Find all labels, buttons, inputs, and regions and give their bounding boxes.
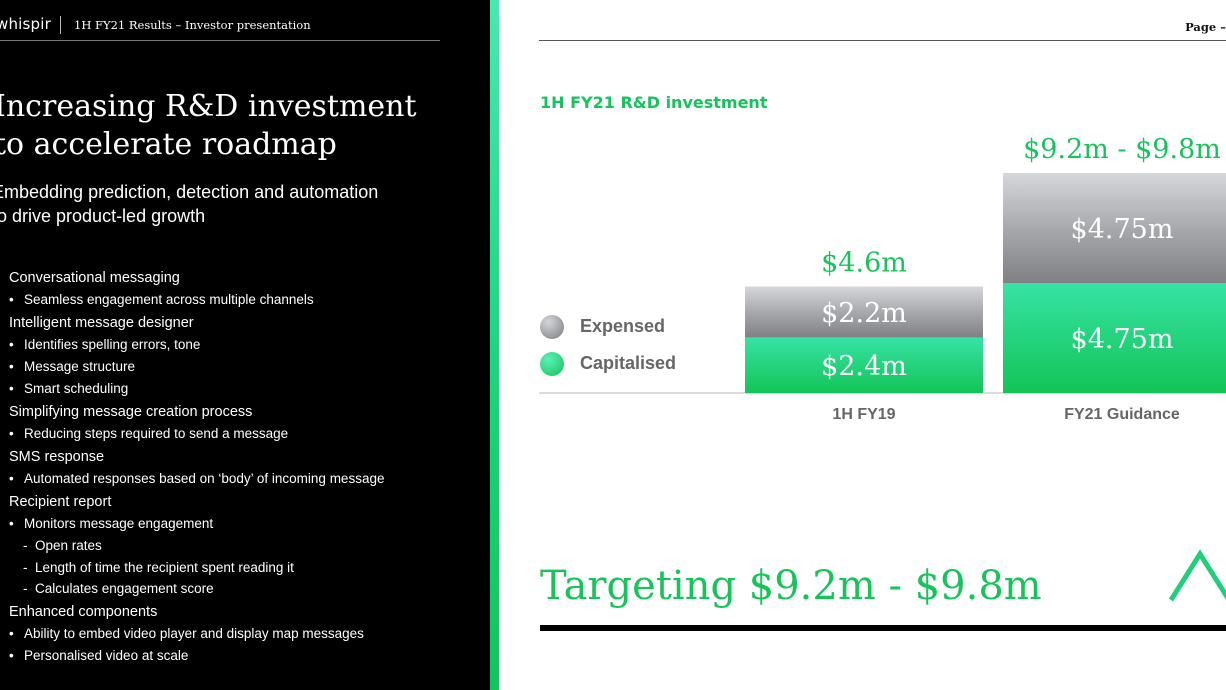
section-heading: Enhanced components (9, 603, 158, 620)
bullet-icon: • (9, 292, 14, 307)
chart-title: 1H FY21 R&D investment (540, 93, 768, 112)
page-number: Page – (1185, 20, 1226, 34)
accent-strip (490, 0, 499, 690)
list-item: • Automated responses based on ‘body’ of … (9, 470, 384, 492)
left-panel: whispir 1H FY21 Results – Investor prese… (0, 0, 490, 690)
bullet-icon: • (9, 381, 14, 396)
bullet-icon: • (9, 359, 14, 374)
section-heading: Conversational messaging (9, 270, 180, 286)
section-heading: Intelligent message designer (9, 315, 194, 331)
list-item: • Message structure (9, 358, 384, 380)
sub-list-item: - Open rates (9, 537, 384, 559)
legend-item-expensed: Expensed (540, 308, 676, 345)
list-item-text: Smart scheduling (24, 381, 129, 396)
section-heading: Recipient report (9, 494, 112, 510)
header-rule-right (539, 40, 1226, 41)
bullet-icon: • (9, 337, 14, 352)
list-item-text: Seamless engagement across multiple chan… (24, 292, 314, 307)
dash-icon: - (23, 538, 28, 553)
legend-item-capitalised: Capitalised (540, 345, 676, 382)
list-item-text: Personalised video at scale (24, 647, 189, 663)
bullet-icon: • (9, 647, 14, 663)
slide-subtitle-line-2: to drive product-led growth (0, 206, 206, 226)
bar-value-label: $4.75m (1071, 214, 1174, 245)
list-item-text: Monitors message engagement (24, 516, 214, 531)
header-rule (0, 40, 440, 41)
slide-title: Increasing R&D investment to accelerate … (0, 88, 417, 164)
bar-value-label: $2.4m (821, 351, 907, 382)
legend-label-expensed: Expensed (580, 316, 666, 336)
bar-total-label: $4.6m (821, 247, 907, 278)
bullet-icon: • (9, 625, 14, 641)
feature-list: Conversational messaging • Seamless engage… (9, 268, 384, 669)
bar-value-label: $4.75m (1071, 324, 1174, 355)
section-heading: SMS response (9, 449, 105, 465)
legend-label-capitalised: Capitalised (580, 353, 677, 373)
slide-title-line-1: Increasing R&D investment (0, 89, 417, 124)
list-item: • Reducing steps required to send a messa… (9, 425, 384, 447)
category-label: FY21 Guidance (1064, 406, 1180, 423)
right-panel: Page – 1H FY21 R&D investment $2.4m $2.2m… (499, 0, 1226, 690)
rd-investment-chart: $2.4m $2.2m $4.6m 1H FY19 $4.75m $4.75m $9.2m … (539, 134, 1226, 423)
bullet-icon: • (9, 471, 14, 486)
bar-total-label: $9.2m - $9.8m (1023, 134, 1221, 165)
target-underline (540, 625, 1226, 631)
chart-legend: Expensed Capitalised (540, 308, 676, 382)
bullet-icon: • (9, 426, 14, 441)
target-headline: Targeting $9.2m - $9.8m (540, 563, 1042, 609)
slide-subtitle-line-1: Embedding prediction, detection and auto… (0, 182, 379, 202)
slide-title-line-2: to accelerate roadmap (0, 127, 337, 162)
brand-logo: whispir (0, 15, 52, 33)
list-item-text: Reducing steps required to send a messag… (24, 426, 289, 441)
sub-list-item-text: Open rates (35, 538, 102, 553)
list-item: • Identifies spelling errors, tone (9, 336, 384, 358)
sub-list-item: - Calculates engagement score (9, 580, 384, 602)
presentation-subtitle: 1H FY21 Results – Investor presentation (74, 18, 311, 32)
slide-subtitle: Embedding prediction, detection and auto… (0, 180, 378, 228)
section-heading: Simplifying message creation process (9, 404, 253, 420)
capitalised-swatch (540, 351, 564, 376)
list-item-text: Ability to embed video player and displa… (24, 625, 364, 641)
list-item: • Ability to embed video player and displ… (9, 625, 384, 647)
brand-divider (60, 16, 61, 34)
list-item: • Personalised video at scale (9, 647, 384, 669)
list-item-text: Automated responses based on ‘body’ of i… (24, 471, 385, 486)
list-item-text: Message structure (24, 359, 136, 374)
sub-list-item: - Length of time the recipient spent read… (9, 559, 384, 581)
category-label: 1H FY19 (832, 406, 895, 423)
list-item: • Seamless engagement across multiple cha… (9, 291, 384, 313)
bullet-icon: • (9, 516, 14, 531)
dash-icon: - (23, 559, 28, 575)
chevron-up-icon (1168, 549, 1226, 602)
list-item-text: Identifies spelling errors, tone (24, 337, 201, 352)
bar-value-label: $2.2m (821, 298, 907, 329)
expensed-swatch (540, 314, 564, 339)
list-item: • Monitors message engagement (9, 515, 384, 537)
dash-icon: - (23, 581, 28, 596)
sub-list-item-text: Calculates engagement score (35, 581, 214, 596)
sub-list-item-text: Length of time the recipient spent readi… (35, 559, 294, 575)
list-item: • Smart scheduling (9, 380, 384, 402)
